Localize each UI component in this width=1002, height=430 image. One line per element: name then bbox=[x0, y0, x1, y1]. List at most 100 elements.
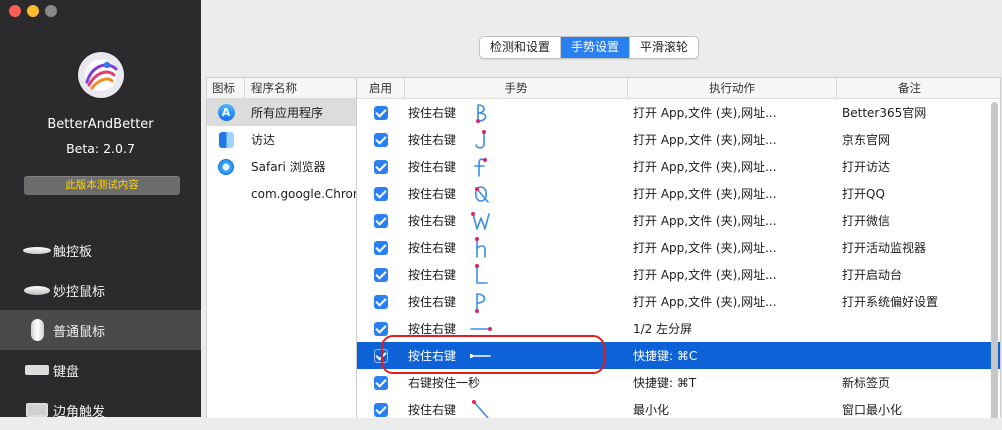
action-cell[interactable]: 打开 App,文件 (夹),网址... bbox=[628, 239, 837, 256]
tab-smooth-scroll[interactable]: 平滑滚轮 bbox=[630, 37, 698, 58]
gesture-row[interactable]: 按住右键 打开 App,文件 (夹),网址... 打开活动监视器 bbox=[357, 234, 1000, 261]
enabled-checkbox[interactable] bbox=[374, 240, 388, 255]
note-cell[interactable]: 窗口最小化 bbox=[837, 401, 982, 418]
enabled-checkbox[interactable] bbox=[374, 186, 388, 201]
action-column-header[interactable]: 执行动作 bbox=[628, 78, 837, 98]
app-list-item[interactable]: Safari 浏览器 bbox=[207, 153, 356, 180]
enabled-checkbox[interactable] bbox=[374, 159, 388, 174]
action-cell[interactable]: 打开 App,文件 (夹),网址... bbox=[628, 185, 837, 202]
action-cell[interactable]: 打开 App,文件 (夹),网址... bbox=[628, 104, 837, 121]
hot-corner-icon bbox=[26, 403, 48, 417]
gesture-trigger-text: 按住右键 bbox=[408, 133, 457, 147]
test-content-button[interactable]: 此版本测试内容 bbox=[24, 176, 180, 195]
note-cell[interactable]: 打开系统偏好设置 bbox=[837, 293, 982, 310]
zoom-window-button[interactable] bbox=[45, 5, 57, 17]
note-cell[interactable]: 打开微信 bbox=[837, 212, 982, 229]
action-cell[interactable]: 打开 App,文件 (夹),网址... bbox=[628, 212, 837, 229]
action-cell[interactable]: 快捷键: ⌘T bbox=[628, 374, 837, 391]
note-cell[interactable]: 新标签页 bbox=[837, 374, 982, 391]
app-list-item[interactable]: com.google.Chrome bbox=[207, 180, 356, 207]
gesture-row[interactable]: 按住右键 打开 App,文件 (夹),网址... Better365官网 bbox=[357, 99, 1000, 126]
sidebar-item-label: 妙控鼠标 bbox=[53, 284, 106, 300]
gesture-row[interactable]: 按住右键 打开 App,文件 (夹),网址... 京东官网 bbox=[357, 126, 1000, 153]
gesture-row[interactable]: 按住右键 打开 App,文件 (夹),网址... 打开QQ bbox=[357, 180, 1000, 207]
gesture-stroke-icon bbox=[472, 399, 489, 418]
tab-detect-settings[interactable]: 检测和设置 bbox=[480, 37, 562, 58]
close-window-button[interactable] bbox=[9, 5, 21, 17]
sidebar-item-mouse[interactable]: 普通鼠标 bbox=[0, 310, 201, 350]
tab-bar: 检测和设置 手势设置 平滑滚轮 bbox=[479, 36, 700, 59]
app-list: 图标 程序名称 A 所有应用程序 访达 Safari 浏览器 com.googl… bbox=[206, 77, 357, 418]
app-logo-icon bbox=[78, 52, 124, 98]
gesture-row[interactable]: 按住右键 打开 App,文件 (夹),网址... 打开系统偏好设置 bbox=[357, 288, 1000, 315]
app-name: BetterAndBetter bbox=[47, 117, 154, 132]
gesture-stroke-icon bbox=[476, 103, 487, 123]
gesture-trigger-text: 按住右键 bbox=[408, 106, 457, 120]
mouse-icon bbox=[30, 319, 44, 341]
gesture-stroke-icon bbox=[475, 236, 486, 258]
sidebar-item-trackpad[interactable]: 触控板 bbox=[0, 230, 201, 270]
enabled-checkbox[interactable] bbox=[374, 105, 388, 120]
enabled-checkbox[interactable] bbox=[374, 375, 388, 390]
gesture-trigger-text: 右键按住一秒 bbox=[408, 376, 481, 390]
sidebar-item-keyboard[interactable]: 键盘 bbox=[0, 350, 201, 390]
gesture-trigger-text: 按住右键 bbox=[408, 295, 457, 309]
note-cell[interactable]: Better365官网 bbox=[837, 104, 982, 121]
gesture-trigger-text: 按住右键 bbox=[408, 160, 457, 174]
vertical-scrollbar[interactable] bbox=[991, 102, 998, 418]
action-cell[interactable]: 打开 App,文件 (夹),网址... bbox=[628, 158, 837, 175]
action-cell[interactable]: 打开 App,文件 (夹),网址... bbox=[628, 293, 837, 310]
app-version: Beta: 2.0.7 bbox=[66, 141, 135, 156]
enabled-checkbox[interactable] bbox=[374, 132, 388, 147]
gesture-row[interactable]: 按住右键 最小化 窗口最小化 bbox=[357, 396, 1000, 418]
note-cell[interactable]: 京东官网 bbox=[837, 131, 982, 148]
sidebar: BetterAndBetter Beta: 2.0.7 此版本测试内容 触控板 … bbox=[0, 0, 201, 420]
action-cell[interactable]: 打开 App,文件 (夹),网址... bbox=[628, 131, 837, 148]
sidebar-item-label: 普通鼠标 bbox=[53, 324, 106, 340]
gesture-stroke-icon bbox=[475, 129, 486, 149]
app-list-item[interactable]: 访达 bbox=[207, 126, 356, 153]
app-list-item[interactable]: A 所有应用程序 bbox=[207, 99, 356, 126]
action-cell[interactable]: 1/2 左分屏 bbox=[628, 320, 837, 337]
action-cell[interactable]: 最小化 bbox=[628, 401, 837, 418]
sidebar-nav: 触控板 妙控鼠标 普通鼠标 键盘 边角触发 bbox=[0, 230, 201, 430]
note-column-header[interactable]: 备注 bbox=[837, 78, 982, 98]
action-cell[interactable]: 快捷键: ⌘C bbox=[628, 347, 837, 364]
gesture-stroke-icon bbox=[474, 157, 487, 177]
gesture-row[interactable]: 按住右键 打开 App,文件 (夹),网址... 打开启动台 bbox=[357, 261, 1000, 288]
icon-column-header[interactable]: 图标 bbox=[207, 78, 245, 98]
note-cell[interactable]: 打开启动台 bbox=[837, 266, 982, 283]
gesture-stroke-icon bbox=[474, 185, 489, 203]
note-cell[interactable]: 打开活动监视器 bbox=[837, 239, 982, 256]
gesture-stroke-icon bbox=[471, 211, 490, 230]
keyboard-icon bbox=[25, 365, 49, 375]
app-list-header: 图标 程序名称 bbox=[207, 78, 356, 99]
magic-mouse-icon bbox=[24, 285, 50, 295]
enabled-checkbox[interactable] bbox=[374, 294, 388, 309]
enabled-checkbox[interactable] bbox=[374, 402, 388, 417]
note-cell[interactable]: 打开QQ bbox=[837, 185, 982, 202]
enabled-checkbox[interactable] bbox=[374, 267, 388, 282]
gesture-stroke-icon bbox=[475, 292, 486, 313]
tab-gesture-settings[interactable]: 手势设置 bbox=[561, 37, 631, 58]
app-name-cell: com.google.Chrome bbox=[251, 186, 356, 201]
sidebar-item-magic-mouse[interactable]: 妙控鼠标 bbox=[0, 270, 201, 310]
gesture-row[interactable]: 按住右键 打开 App,文件 (夹),网址... 打开微信 bbox=[357, 207, 1000, 234]
gesture-row[interactable]: 按住右键 打开 App,文件 (夹),网址... 打开访达 bbox=[357, 153, 1000, 180]
name-column-header[interactable]: 程序名称 bbox=[245, 78, 356, 98]
sidebar-item-label: 触控板 bbox=[53, 244, 93, 260]
enabled-column-header[interactable]: 启用 bbox=[357, 78, 405, 98]
sidebar-item-hot-corner[interactable]: 边角触发 bbox=[0, 390, 201, 430]
safari-icon bbox=[218, 158, 234, 175]
gesture-trigger-text: 按住右键 bbox=[408, 403, 457, 417]
enabled-checkbox[interactable] bbox=[374, 321, 388, 336]
note-cell[interactable]: 打开访达 bbox=[837, 158, 982, 175]
enabled-checkbox[interactable] bbox=[374, 213, 388, 228]
app-name-cell: 所有应用程序 bbox=[251, 106, 324, 120]
gesture-trigger-text: 按住右键 bbox=[408, 214, 457, 228]
window-controls bbox=[9, 5, 57, 17]
gesture-column-header[interactable]: 手势 bbox=[405, 78, 628, 98]
action-cell[interactable]: 打开 App,文件 (夹),网址... bbox=[628, 266, 837, 283]
minimize-window-button[interactable] bbox=[27, 5, 39, 17]
app-name-cell: 访达 bbox=[251, 133, 276, 147]
